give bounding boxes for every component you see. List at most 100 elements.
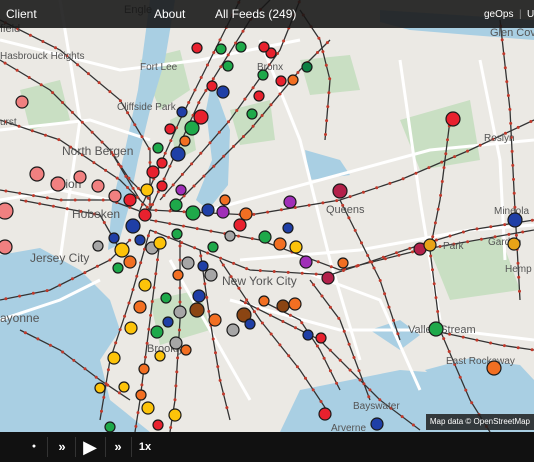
vehicle-marker-green[interactable] (104, 421, 116, 432)
user-link[interactable]: geOps (484, 9, 513, 20)
vehicle-marker-red[interactable] (233, 218, 247, 232)
vehicle-marker-green[interactable] (235, 41, 247, 53)
vehicle-marker-red[interactable] (253, 90, 265, 102)
vehicle-marker-gray[interactable] (92, 240, 104, 252)
vehicle-marker-yellow[interactable] (118, 381, 130, 393)
vehicle-marker-red[interactable] (315, 332, 327, 344)
vehicle-marker-orange[interactable] (138, 363, 150, 375)
stop-button[interactable]: ● (25, 432, 43, 462)
topbar-extra-link[interactable]: U (527, 9, 534, 20)
vehicle-marker-red[interactable] (275, 75, 287, 87)
play-button[interactable]: ▶ (79, 432, 101, 462)
vehicle-marker-green[interactable] (207, 241, 219, 253)
vehicle-marker-yellow[interactable] (124, 321, 138, 335)
vehicle-marker-gray[interactable] (204, 268, 218, 282)
vehicle-marker-yellow[interactable] (141, 401, 155, 415)
vehicle-marker-blue[interactable] (197, 260, 209, 272)
vehicle-marker-pink[interactable] (0, 202, 14, 220)
vehicle-marker-gold[interactable] (423, 238, 437, 252)
vehicle-marker-green[interactable] (257, 69, 269, 81)
vehicle-marker-darkgreen[interactable] (301, 61, 313, 73)
vehicle-marker-pink[interactable] (108, 189, 122, 203)
vehicle-marker-pink[interactable] (73, 170, 87, 184)
vehicle-marker-pink[interactable] (50, 176, 66, 192)
vehicle-marker-blue[interactable] (125, 218, 141, 234)
rewind-button[interactable]: » (53, 432, 71, 462)
vehicle-marker-orange[interactable] (180, 344, 192, 356)
vehicle-marker-green[interactable] (150, 325, 164, 339)
vehicle-marker-red[interactable] (318, 407, 332, 421)
vehicle-marker-green[interactable] (185, 205, 201, 221)
vehicle-marker-blue[interactable] (244, 318, 256, 330)
vehicle-marker-blue[interactable] (282, 222, 294, 234)
vehicle-marker-red[interactable] (258, 41, 270, 53)
vehicle-marker-purple[interactable] (216, 205, 230, 219)
vehicle-marker-orange[interactable] (258, 295, 270, 307)
vehicle-marker-purple[interactable] (175, 184, 187, 196)
vehicle-marker-purple[interactable] (299, 255, 313, 269)
vehicle-marker-blue[interactable] (192, 289, 206, 303)
vehicle-marker-green[interactable] (428, 321, 444, 337)
vehicle-marker-pink[interactable] (15, 95, 29, 109)
vehicle-marker-blue[interactable] (134, 234, 146, 246)
vehicle-marker-gold[interactable] (507, 237, 521, 251)
vehicle-marker-orange[interactable] (208, 313, 222, 327)
vehicle-marker-blue[interactable] (108, 232, 120, 244)
vehicle-marker-yellow[interactable] (289, 240, 303, 254)
vehicle-marker-orange[interactable] (288, 297, 302, 311)
vehicle-marker-green[interactable] (184, 120, 200, 136)
map-attribution[interactable]: Map data © OpenStreetMap (425, 414, 534, 430)
vehicle-marker-green[interactable] (152, 142, 164, 154)
vehicle-marker-gray[interactable] (173, 305, 187, 319)
vehicle-marker-orange[interactable] (135, 389, 147, 401)
vehicle-marker-yellow[interactable] (94, 382, 106, 394)
vehicle-marker-brown[interactable] (276, 299, 290, 313)
vehicle-marker-red[interactable] (156, 180, 168, 192)
vehicle-marker-gray[interactable] (169, 336, 183, 350)
vehicle-marker-blue[interactable] (176, 106, 188, 118)
vehicle-marker-blue[interactable] (170, 146, 186, 162)
vehicle-marker-maroon[interactable] (321, 271, 335, 285)
vehicle-marker-yellow[interactable] (154, 350, 166, 362)
forward-button[interactable]: » (109, 432, 127, 462)
vehicle-marker-gray[interactable] (224, 230, 236, 242)
vehicle-marker-brown[interactable] (189, 302, 205, 318)
about-link[interactable]: About (154, 7, 185, 21)
vehicle-marker-green[interactable] (258, 230, 272, 244)
vehicle-marker-pink[interactable] (29, 166, 45, 182)
vehicle-marker-blue[interactable] (216, 85, 230, 99)
speed-button[interactable]: 1x (137, 432, 153, 462)
vehicle-marker-yellow[interactable] (138, 278, 152, 292)
vehicle-marker-yellow[interactable] (153, 236, 167, 250)
vehicle-marker-yellow[interactable] (168, 408, 182, 422)
vehicle-marker-red[interactable] (191, 42, 203, 54)
vehicle-marker-blue[interactable] (507, 212, 523, 228)
vehicle-marker-orange[interactable] (287, 74, 299, 86)
vehicle-marker-orange[interactable] (179, 135, 191, 147)
vehicle-marker-gray[interactable] (181, 256, 195, 270)
vehicle-marker-blue[interactable] (162, 316, 174, 328)
vehicle-marker-blue[interactable] (302, 329, 314, 341)
vehicle-marker-orange[interactable] (172, 269, 184, 281)
vehicle-marker-red[interactable] (206, 80, 218, 92)
vehicle-marker-orange[interactable] (133, 300, 147, 314)
vehicle-marker-green[interactable] (171, 228, 183, 240)
map-view[interactable]: fieldEngleGlen CovHasbrouck HeightsFort … (0, 0, 534, 432)
all-feeds-link[interactable]: All Feeds (249) (215, 7, 296, 21)
vehicle-marker-orange[interactable] (123, 255, 137, 269)
vehicle-marker-yellow[interactable] (107, 351, 121, 365)
vehicle-marker-orange[interactable] (337, 257, 349, 269)
vehicle-marker-gray[interactable] (226, 323, 240, 337)
vehicle-marker-red[interactable] (164, 123, 176, 135)
vehicle-marker-red[interactable] (138, 208, 152, 222)
vehicle-marker-green[interactable] (169, 198, 183, 212)
vehicle-marker-orange[interactable] (219, 194, 231, 206)
vehicle-marker-blue[interactable] (201, 203, 215, 217)
vehicle-marker-red[interactable] (156, 157, 168, 169)
vehicle-marker-purple[interactable] (283, 195, 297, 209)
vehicle-marker-green[interactable] (246, 108, 258, 120)
vehicle-marker-red[interactable] (123, 193, 137, 207)
vehicle-marker-green[interactable] (160, 292, 172, 304)
vehicle-marker-red[interactable] (146, 165, 160, 179)
vehicle-marker-maroon[interactable] (332, 183, 348, 199)
